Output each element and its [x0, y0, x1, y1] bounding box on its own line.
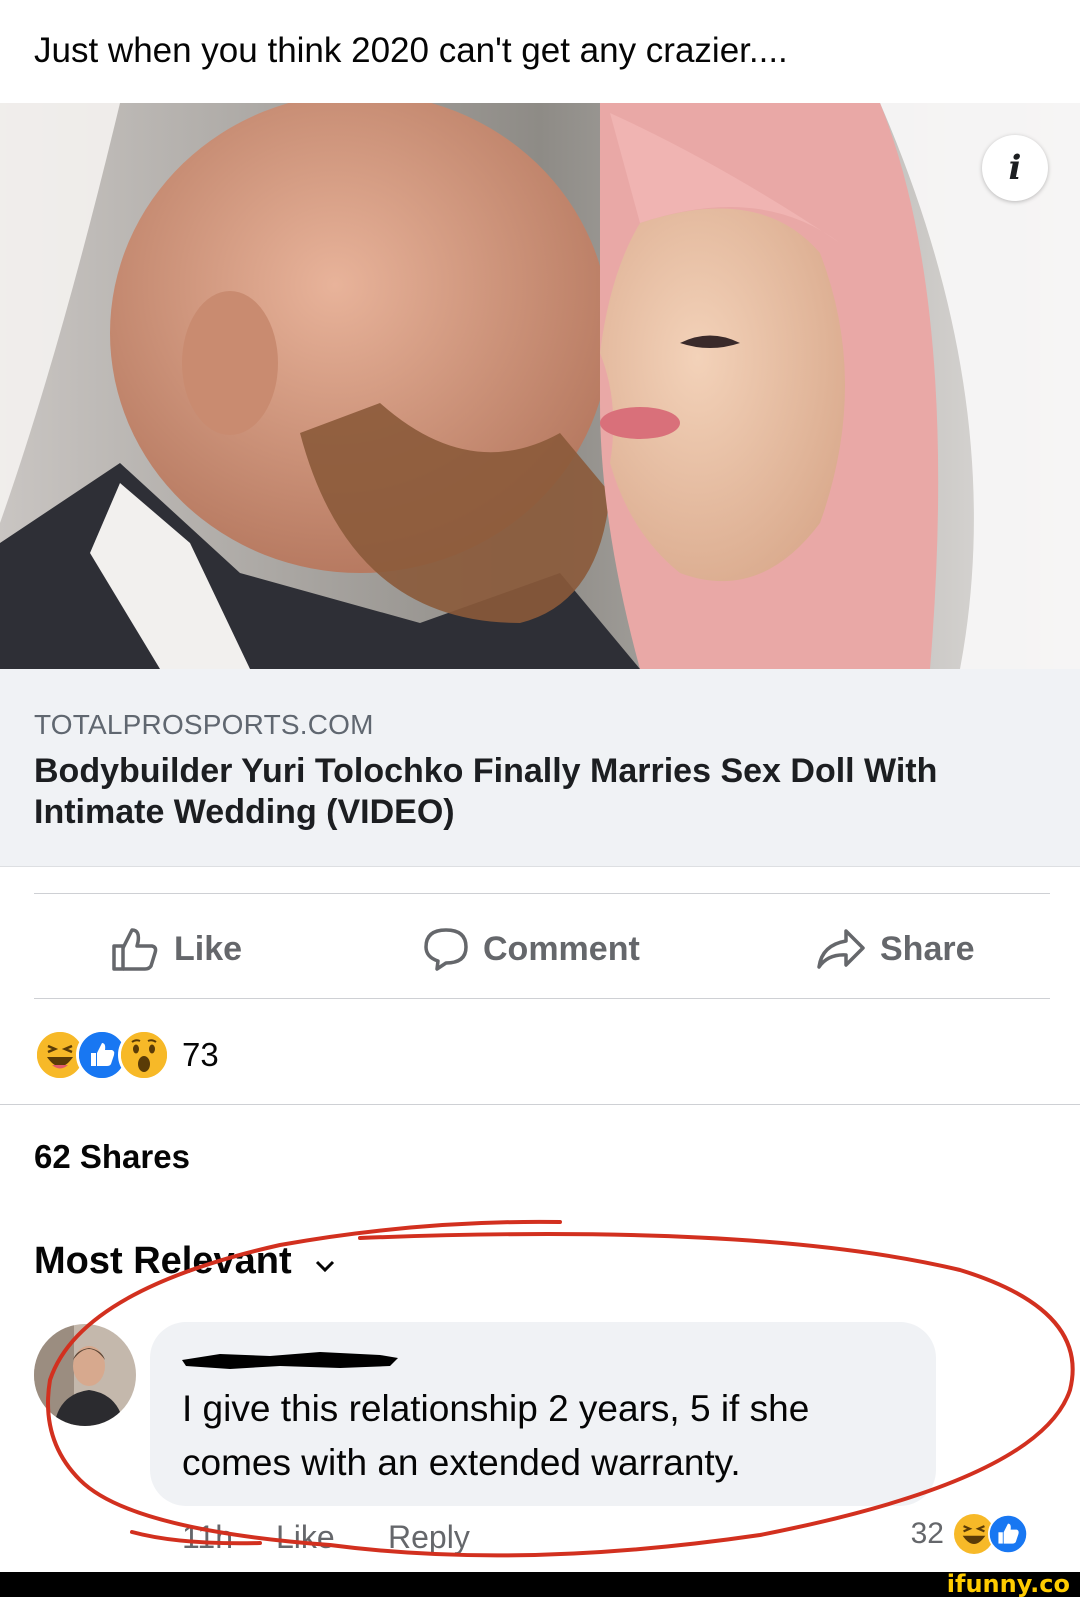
comment-reaction-count: 32 — [910, 1517, 944, 1550]
shares-count[interactable]: 62 Shares — [34, 1138, 190, 1176]
reactions-summary[interactable]: 73 — [34, 1029, 219, 1081]
comment-reply-link[interactable]: Reply — [388, 1519, 470, 1556]
comment-icon — [423, 926, 469, 972]
like-label: Like — [174, 929, 243, 968]
reaction-count: 73 — [182, 1036, 219, 1073]
share-label: Share — [880, 929, 975, 968]
chevron-down-icon — [314, 1240, 336, 1283]
comment-like-link[interactable]: Like — [276, 1519, 335, 1556]
comment-bubble: I give this relationship 2 years, 5 if s… — [150, 1322, 936, 1506]
like-icon — [988, 1514, 1028, 1554]
comment-text: I give this relationship 2 years, 5 if s… — [182, 1388, 810, 1483]
comment-button[interactable]: Comment — [423, 924, 640, 974]
comment-time: 11h — [182, 1519, 234, 1555]
info-icon[interactable]: i — [982, 135, 1048, 201]
avatar[interactable] — [34, 1324, 136, 1426]
redacted-name — [180, 1346, 400, 1372]
photo-kissing-couple — [0, 103, 1080, 669]
link-domain: TOTALPROSPORTS.COM — [34, 709, 374, 740]
divider-bottom — [0, 1104, 1080, 1105]
link-preview-card[interactable]: i TOTALPROSPORTS.COM Bodybuilder Yuri To… — [0, 103, 1080, 867]
comment-label: Comment — [483, 929, 640, 968]
post-text: Just when you think 2020 can't get any c… — [34, 31, 788, 70]
divider-middle — [34, 998, 1050, 999]
comment-reactions[interactable]: 32 — [911, 1514, 1028, 1554]
link-preview-image[interactable]: i — [0, 103, 1080, 669]
thumbs-up-icon — [110, 926, 160, 972]
share-button[interactable]: Share — [816, 924, 975, 974]
link-title[interactable]: Bodybuilder Yuri Tolochko Finally Marrie… — [34, 751, 1024, 833]
watermark-bar — [0, 1572, 1080, 1597]
sort-label: Most Relevant — [34, 1240, 292, 1282]
watermark-logo: ifunny.co — [946, 1570, 1070, 1598]
share-icon — [816, 927, 866, 971]
wow-icon — [118, 1029, 170, 1081]
like-button[interactable]: Like — [110, 924, 242, 974]
comment-sort-dropdown[interactable]: Most Relevant — [34, 1240, 336, 1283]
divider-top — [34, 893, 1050, 894]
